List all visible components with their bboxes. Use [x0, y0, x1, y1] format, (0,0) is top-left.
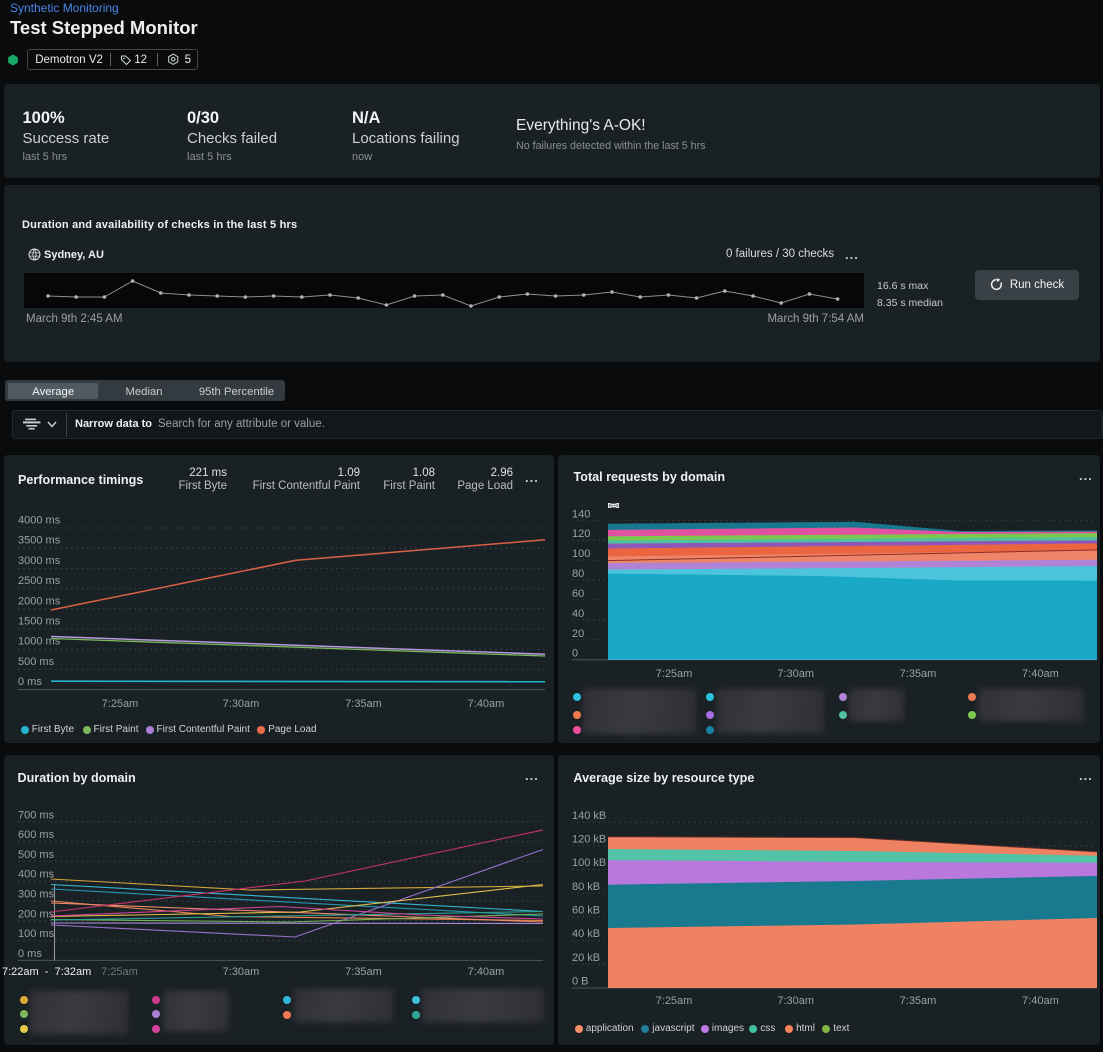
svg-text:0 B: 0 B [572, 976, 589, 988]
svg-text:20 kB: 20 kB [572, 952, 600, 964]
svg-text:7:30am: 7:30am [777, 995, 814, 1007]
svg-text:80 kB: 80 kB [572, 881, 600, 893]
svg-text:60 kB: 60 kB [572, 905, 600, 917]
svg-text:7:40am: 7:40am [1022, 995, 1059, 1007]
svg-text:140 kB: 140 kB [572, 810, 606, 822]
svg-text:7:25am: 7:25am [656, 995, 693, 1007]
svg-text:100 kB: 100 kB [572, 857, 606, 869]
svg-text:7:35am: 7:35am [900, 995, 937, 1007]
svg-text:40 kB: 40 kB [572, 928, 600, 940]
svg-text:120 kB: 120 kB [572, 834, 606, 846]
